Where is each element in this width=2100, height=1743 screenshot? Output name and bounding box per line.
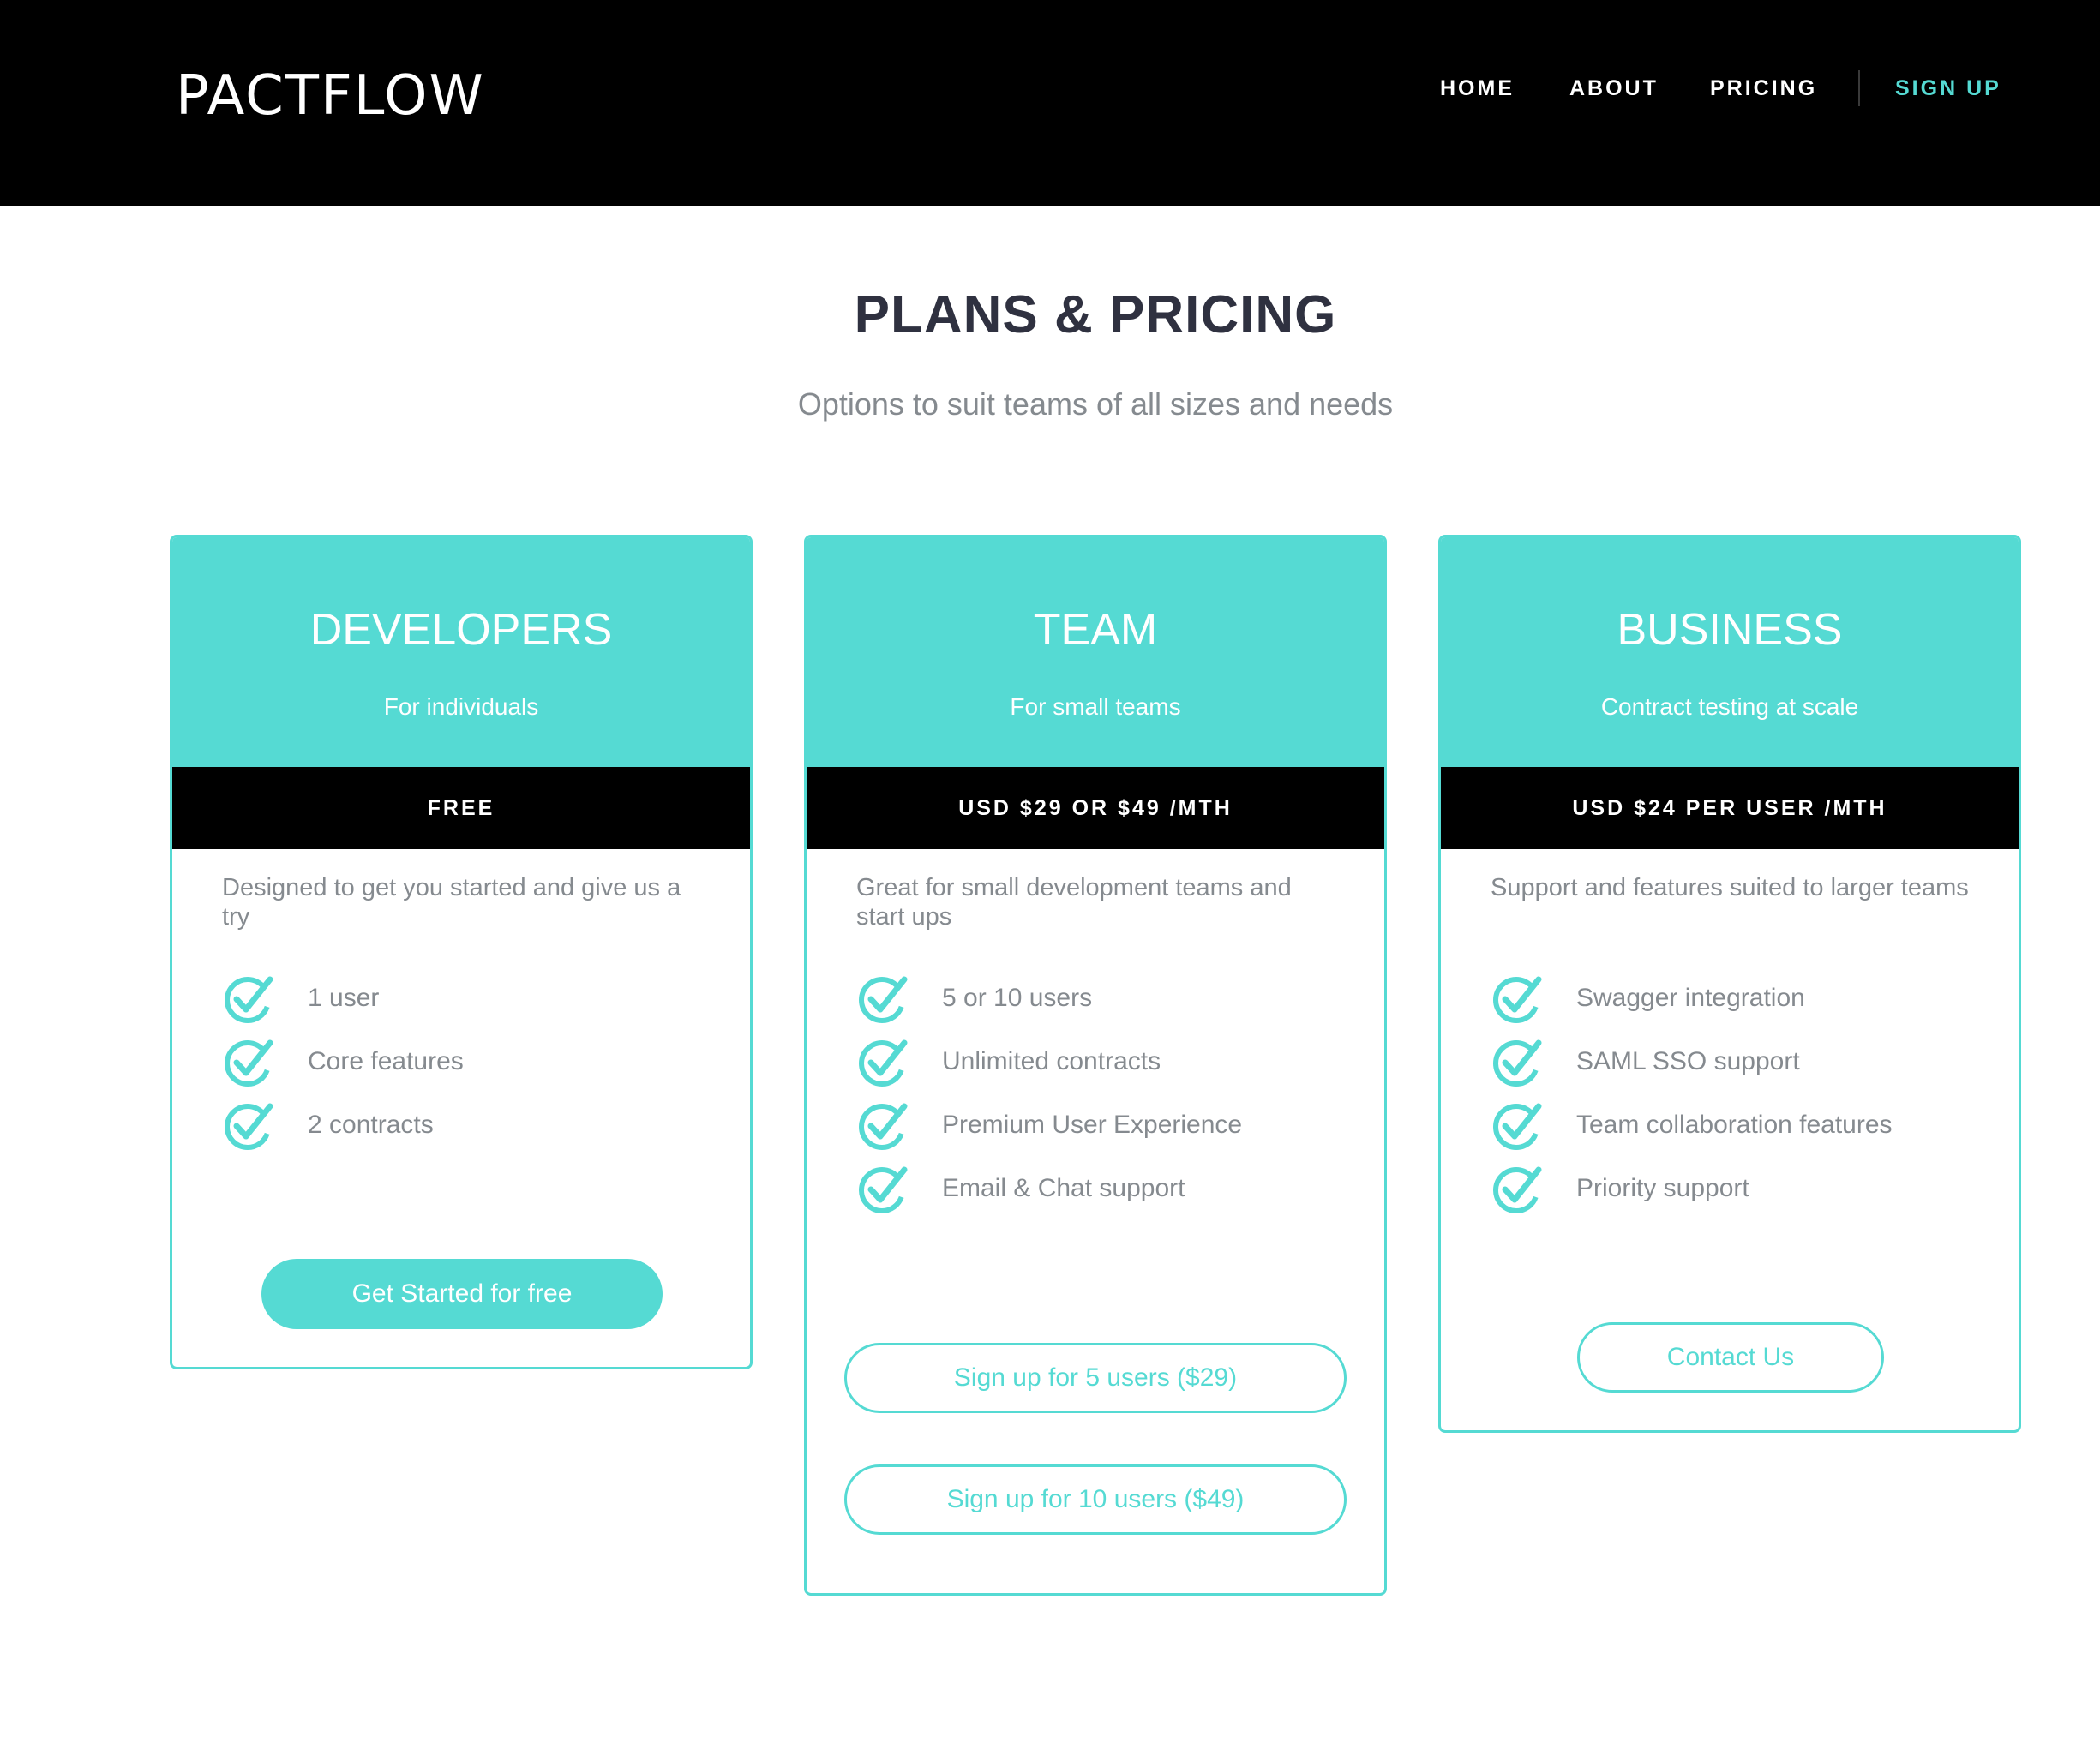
get-started-free-button[interactable]: Get Started for free [261, 1259, 663, 1329]
plan-description: Great for small development teams and st… [856, 874, 1292, 931]
nav-pricing-link[interactable]: PRICING [1710, 75, 1817, 101]
plan-card-business: BUSINESS Contract testing at scale USD $… [1438, 535, 2021, 1433]
plan-card-header: BUSINESS Contract testing at scale [1441, 537, 2019, 767]
check-circle-icon [859, 1039, 908, 1087]
feature-label: Swagger integration [1576, 984, 1805, 1012]
top-navigation-bar: PACTFLOW HOME ABOUT PRICING SIGN UP [0, 0, 2100, 206]
check-circle-icon [1493, 1039, 1542, 1087]
nav-home-link[interactable]: HOME [1440, 75, 1515, 101]
feature-label: Unlimited contracts [942, 1047, 1161, 1075]
feature-label: 1 user [308, 984, 380, 1012]
sign-up-10-users-button[interactable]: Sign up for 10 users ($49) [844, 1464, 1347, 1535]
plan-card-team: TEAM For small teams USD $29 OR $49 /MTH… [804, 535, 1387, 1596]
check-circle-icon [859, 976, 908, 1023]
feature-item: Email & Chat support [856, 1161, 1353, 1218]
plan-name: DEVELOPERS [309, 605, 613, 655]
plan-price: USD $29 OR $49 /MTH [807, 767, 1384, 849]
check-circle-icon [1493, 1103, 1542, 1150]
feature-item: Unlimited contracts [856, 1034, 1353, 1091]
pactflow-logo[interactable]: PACTFLOW [176, 69, 485, 123]
feature-label: 5 or 10 users [942, 984, 1093, 1012]
plan-tagline: For small teams [1010, 693, 1181, 720]
feature-item: 1 user [222, 971, 719, 1027]
plan-description: Designed to get you started and give us … [222, 874, 681, 931]
plan-price: USD $24 PER USER /MTH [1441, 767, 2019, 849]
feature-item: Core features [222, 1034, 719, 1091]
feature-item: 2 contracts [222, 1098, 719, 1154]
feature-item: Priority support [1491, 1161, 1988, 1218]
check-circle-icon [225, 1039, 273, 1087]
check-circle-icon [859, 1103, 908, 1150]
nav-about-link[interactable]: ABOUT [1569, 75, 1659, 101]
page-subtitle: Options to suit teams of all sizes and n… [797, 386, 1394, 422]
sign-up-5-users-button[interactable]: Sign up for 5 users ($29) [844, 1343, 1347, 1413]
feature-label: Core features [308, 1047, 464, 1075]
check-circle-icon [225, 1103, 273, 1150]
plan-card-header: TEAM For small teams [807, 537, 1384, 767]
plan-card-header: DEVELOPERS For individuals [172, 537, 750, 767]
check-circle-icon [225, 976, 273, 1023]
contact-us-button[interactable]: Contact Us [1577, 1322, 1884, 1393]
plan-name: BUSINESS [1617, 605, 1843, 655]
plan-card-developers: DEVELOPERS For individuals FREE Designed… [170, 535, 753, 1369]
feature-item: Premium User Experience [856, 1098, 1353, 1154]
check-circle-icon [1493, 976, 1542, 1023]
feature-item: 5 or 10 users [856, 971, 1353, 1027]
feature-label: 2 contracts [308, 1111, 434, 1139]
plan-tagline: Contract testing at scale [1600, 693, 1859, 720]
nav-signup-link[interactable]: SIGN UP [1895, 75, 2001, 101]
feature-label: Priority support [1576, 1174, 1749, 1202]
check-circle-icon [1493, 1166, 1542, 1213]
page-title: PLANS & PRICING [854, 285, 1337, 344]
feature-label: Premium User Experience [942, 1111, 1243, 1139]
feature-item: Team collaboration features [1491, 1098, 1988, 1154]
plan-price: FREE [172, 767, 750, 849]
nav-divider [1858, 70, 1860, 106]
plan-name: TEAM [1033, 605, 1158, 655]
feature-label: Team collaboration features [1576, 1111, 1893, 1139]
plan-tagline: For individuals [383, 693, 539, 720]
feature-label: Email & Chat support [942, 1174, 1185, 1202]
feature-item: Swagger integration [1491, 971, 1988, 1027]
plan-description: Support and features suited to larger te… [1491, 874, 1969, 901]
feature-item: SAML SSO support [1491, 1034, 1988, 1091]
check-circle-icon [859, 1166, 908, 1213]
feature-label: SAML SSO support [1576, 1047, 1800, 1075]
